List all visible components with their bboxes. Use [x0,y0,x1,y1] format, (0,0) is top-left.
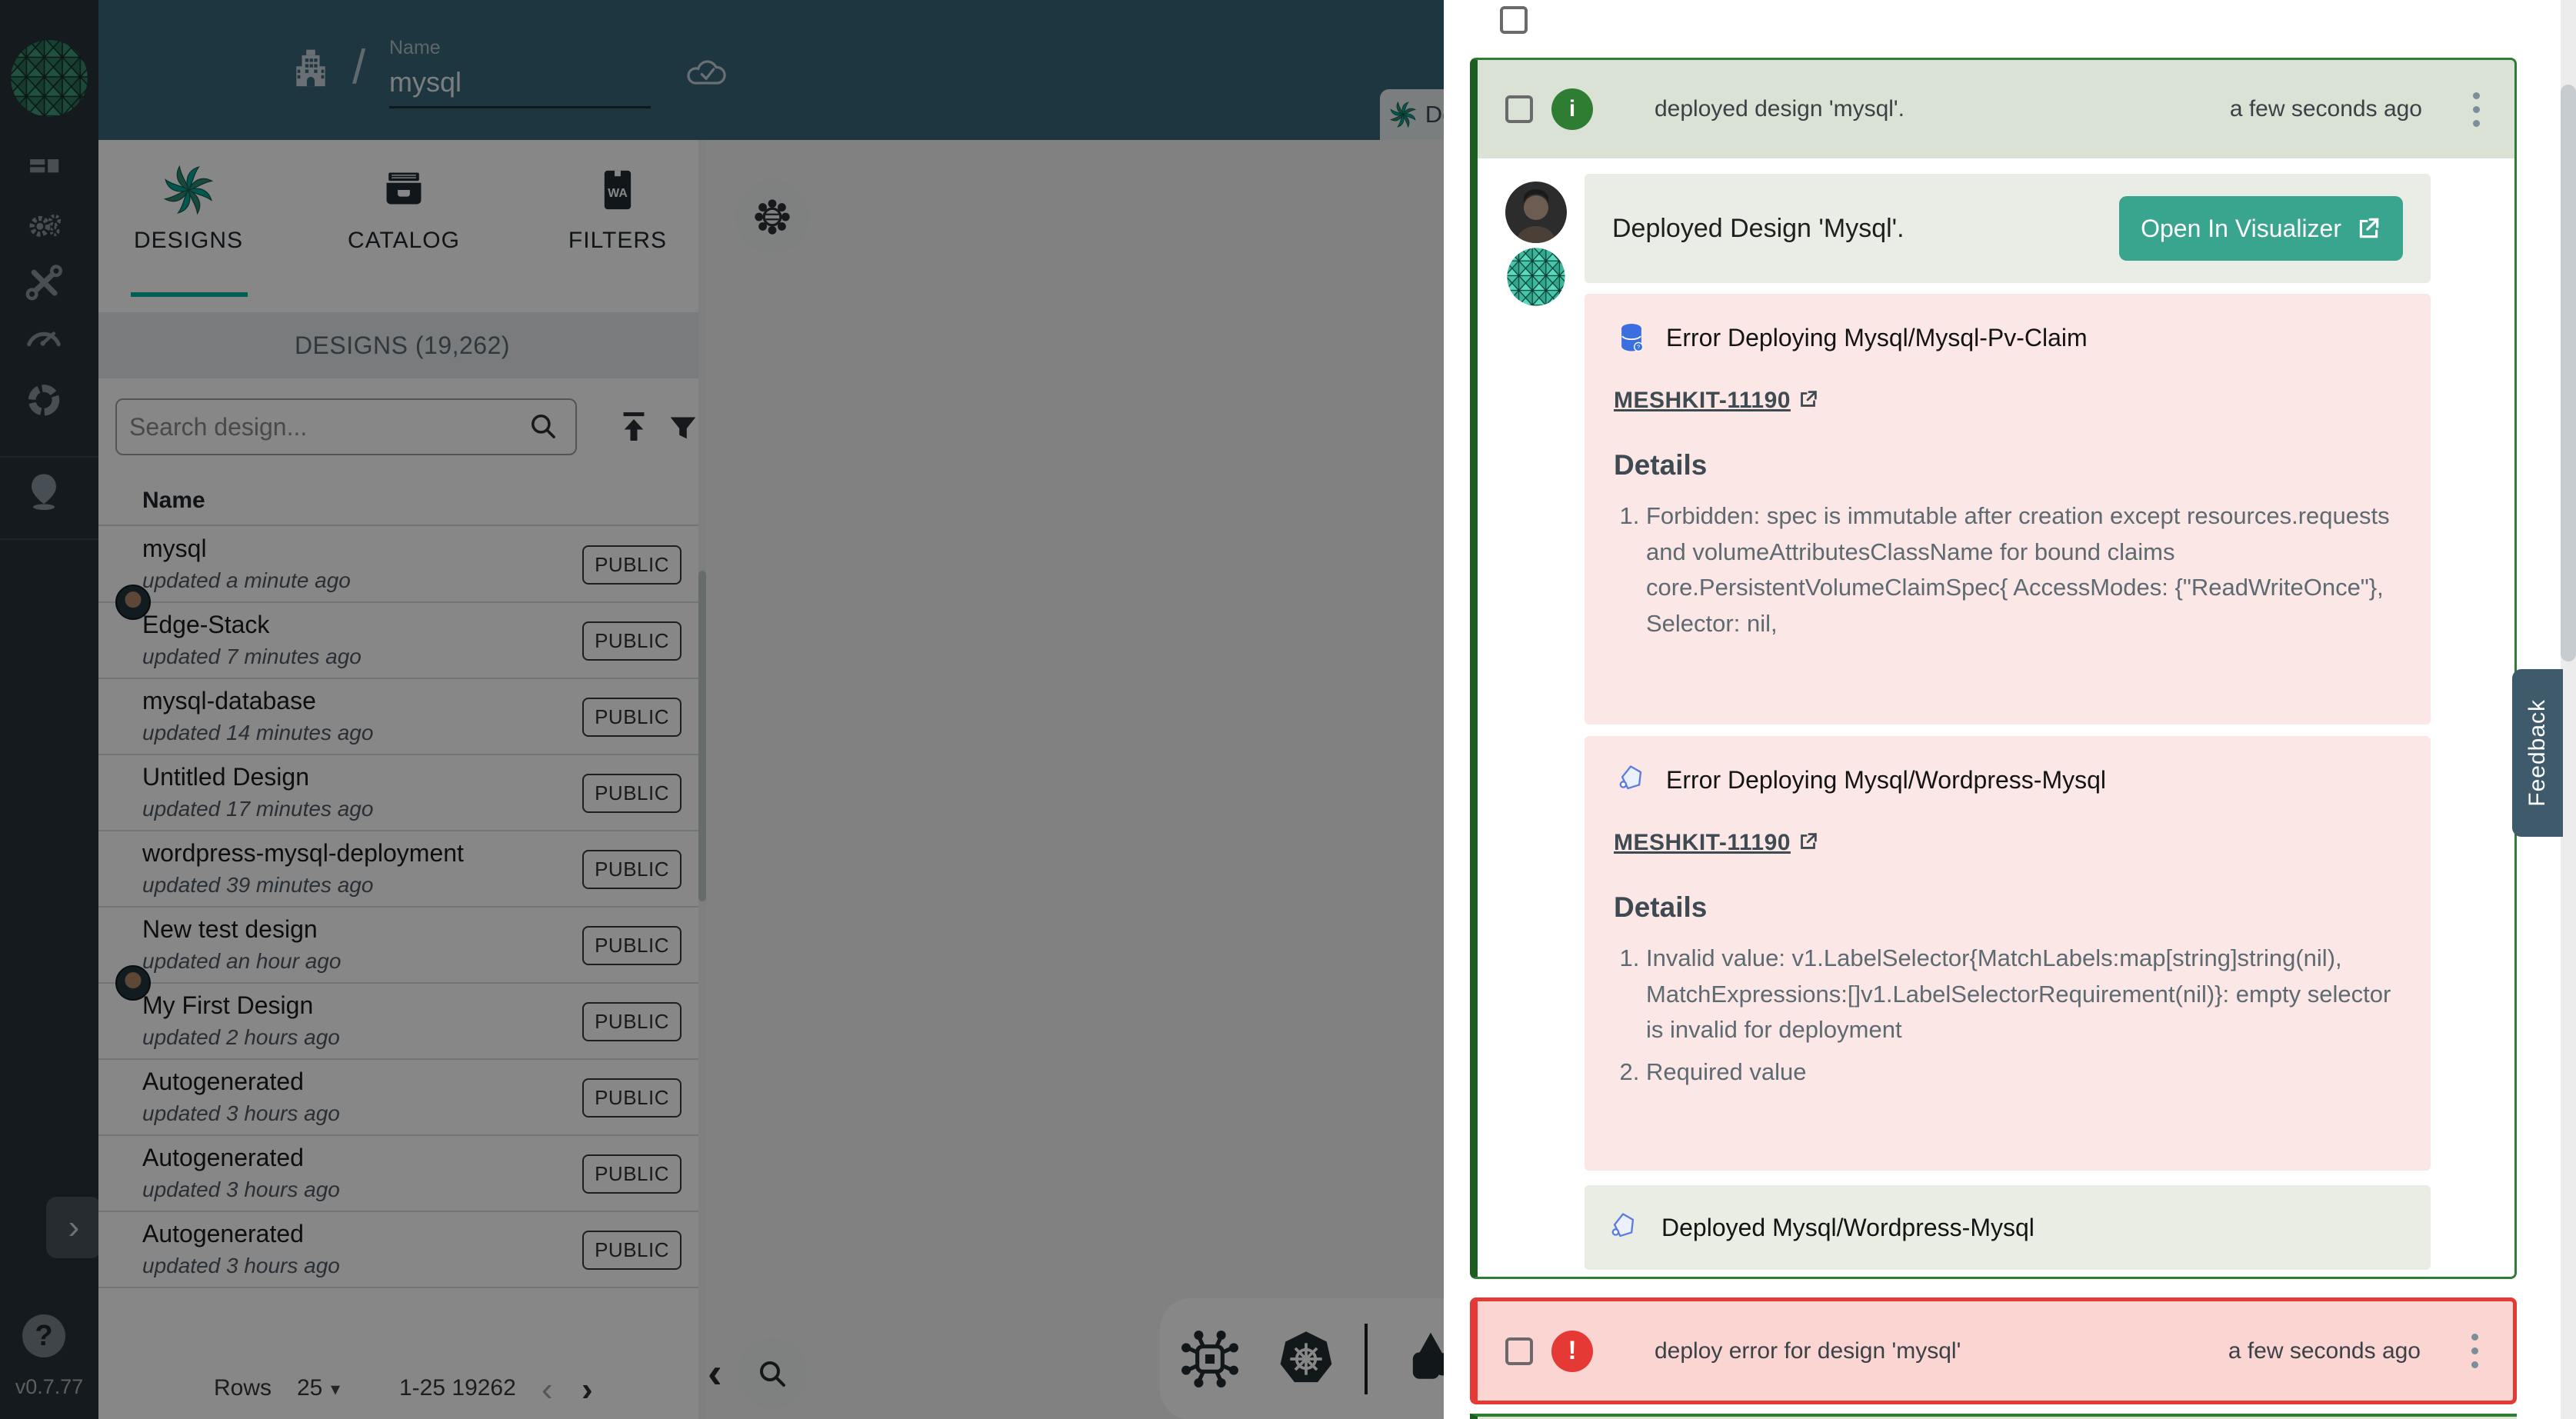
external-link-icon[interactable] [1797,388,1820,411]
deploy-message-box: Deployed Design 'Mysql'. Open In Visuali… [1585,174,2431,283]
kebab-menu-icon[interactable] [2468,92,2484,127]
wordpress-mysql-component-icon [1614,762,1649,798]
notification-time: a few seconds ago [2228,1338,2421,1364]
notification-title: deployed design 'mysql'. [1655,96,1905,122]
error-detail-box: ? Error Deploying Mysql/Mysql-Pv-Claim M… [1585,294,2431,724]
deploy-message: Deployed Design 'Mysql'. [1612,214,1905,244]
error-items-list: Forbidden: spec is immutable after creat… [1614,498,2401,641]
notification-center: i deployed design 'mysql'. a few seconds… [1444,0,2576,1419]
error-title: Error Deploying Mysql/Mysql-Pv-Claim [1666,324,2088,352]
error-title: Error Deploying Mysql/Wordpress-Mysql [1666,766,2106,794]
meshery-teal-logo [1505,246,1567,308]
error-item: Forbidden: spec is immutable after creat… [1646,498,2401,641]
details-heading: Details [1614,891,2401,924]
notification-checkbox[interactable] [1505,95,1533,123]
info-icon: i [1551,88,1593,130]
deployed-success-row: Deployed Mysql/Wordpress-Mysql [1585,1185,2431,1270]
svg-text:?: ? [1637,344,1640,351]
open-in-visualizer-button[interactable]: Open In Visualizer [2119,196,2403,261]
deployed-success-text: Deployed Mysql/Wordpress-Mysql [1661,1214,2034,1242]
notification-time: a few seconds ago [2230,96,2422,122]
notification-card-error[interactable]: ! deploy error for design 'mysql' a few … [1470,1297,2517,1404]
meshkit-error-link[interactable]: MESHKIT-11190 [1614,830,1791,856]
modal-backdrop [0,0,1444,1419]
notification-header[interactable]: i deployed design 'mysql'. a few seconds… [1478,60,2514,158]
feedback-label: Feedback [2524,699,2551,807]
notification-body: Deployed Design 'Mysql'. Open In Visuali… [1478,158,2514,1279]
meshkit-error-link[interactable]: MESHKIT-11190 [1614,388,1791,414]
notification-checkbox[interactable] [1505,1337,1533,1365]
meshery-app: › ? v0.7.77 / Name [0,0,2576,1419]
kebab-menu-icon[interactable] [2467,1334,2482,1368]
error-items-list: Invalid value: v1.LabelSelector{MatchLab… [1614,941,2401,1090]
external-link-icon [2355,215,2381,241]
feedback-tab[interactable]: Feedback [2512,669,2563,837]
error-item: Invalid value: v1.LabelSelector{MatchLab… [1646,941,2401,1048]
select-all-checkbox[interactable] [1500,6,1528,34]
error-detail-box: Error Deploying Mysql/Wordpress-Mysql ME… [1585,736,2431,1171]
external-link-icon[interactable] [1797,830,1820,853]
pv-claim-database-icon: ? [1614,320,1649,355]
notification-card-success: i deployed design 'mysql'. a few seconds… [1470,58,2517,1279]
error-icon: ! [1551,1331,1593,1372]
next-notification-card-edge [1470,1414,2517,1419]
panel-scrollbar-thumb[interactable] [2561,85,2576,661]
wordpress-mysql-component-icon [1606,1210,1641,1245]
open-in-visualizer-label: Open In Visualizer [2141,215,2341,243]
notification-title: deploy error for design 'mysql' [1655,1338,1961,1364]
avatar [1505,182,1567,243]
error-item: Required value [1646,1054,2401,1091]
details-heading: Details [1614,449,2401,481]
